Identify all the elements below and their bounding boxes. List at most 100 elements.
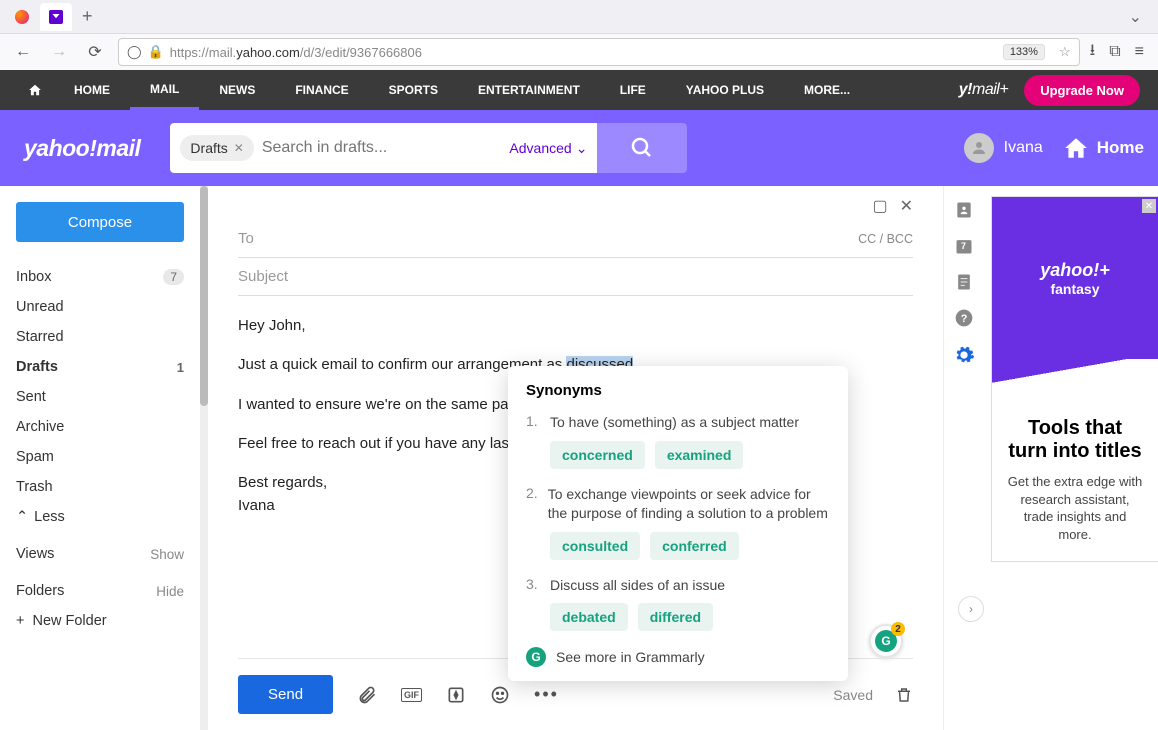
synonym-chip[interactable]: examined (655, 441, 744, 469)
search-icon (630, 136, 654, 160)
more-icon[interactable]: ••• (534, 684, 559, 705)
user-name: Ivana (1004, 139, 1043, 157)
workspace: Compose Inbox7 Unread Starred Drafts1 Se… (0, 186, 1158, 730)
nav-more[interactable]: MORE... (784, 70, 870, 110)
nav-news[interactable]: NEWS (199, 70, 275, 110)
calendar-icon[interactable]: 7 (954, 236, 974, 256)
new-folder-button[interactable]: +New Folder (16, 606, 184, 636)
ad-panel: ✕ yahoo!+ fantasy Tools that turn into t… (983, 186, 1158, 730)
synonym-chip[interactable]: consulted (550, 532, 640, 560)
url-input[interactable]: ◯ 🔒 https://mail.yahoo.com/d/3/edit/9367… (118, 38, 1080, 66)
reload-button[interactable]: ⟳ (82, 39, 108, 65)
extensions-icon[interactable]: ⧉ (1109, 43, 1120, 61)
ad-close-icon[interactable]: ✕ (1142, 199, 1156, 213)
new-tab-button[interactable]: + (74, 6, 101, 27)
search-box: Drafts ✕ Advanced ⌄ (170, 123, 597, 173)
stationery-icon[interactable] (446, 685, 466, 705)
nav-home[interactable]: HOME (54, 70, 130, 110)
views-show[interactable]: Show (150, 547, 184, 562)
attach-icon[interactable] (357, 685, 377, 705)
subject-field[interactable]: Subject (238, 258, 913, 296)
emoji-icon[interactable] (490, 685, 510, 705)
folders-section[interactable]: FoldersHide (16, 569, 184, 606)
less-toggle[interactable]: ⌃Less (16, 502, 184, 532)
upgrade-button[interactable]: Upgrade Now (1024, 75, 1140, 106)
synonym-chip[interactable]: debated (550, 603, 628, 631)
ad-body: Get the extra edge with research assista… (1006, 473, 1144, 543)
popup-title: Synonyms (526, 382, 830, 399)
search-scope-chip[interactable]: Drafts ✕ (180, 135, 253, 161)
nav-mail[interactable]: MAIL (130, 70, 199, 110)
chip-label: Drafts (190, 140, 227, 156)
nav-entertainment[interactable]: ENTERTAINMENT (458, 70, 600, 110)
ad-brand-sub: fantasy (1050, 281, 1099, 297)
back-button[interactable]: ← (10, 39, 36, 65)
browser-tab-yahoo[interactable] (40, 3, 72, 31)
plus-icon: + (16, 613, 24, 629)
nav-finance[interactable]: FINANCE (275, 70, 368, 110)
forward-button: → (46, 39, 72, 65)
contacts-icon[interactable] (954, 200, 974, 220)
synonym-chip[interactable]: conferred (650, 532, 739, 560)
account-menu[interactable]: Ivana (964, 133, 1043, 163)
synonym-chip[interactable]: concerned (550, 441, 645, 469)
bookmark-star-icon[interactable]: ☆ (1059, 44, 1071, 60)
home-icon[interactable] (0, 83, 54, 97)
folder-archive[interactable]: Archive (16, 412, 184, 442)
popout-icon[interactable]: ▢ (872, 196, 887, 216)
tabs-list-chevron-icon[interactable]: ⌄ (1119, 7, 1152, 27)
nav-life[interactable]: LIFE (600, 70, 666, 110)
notepad-icon[interactable] (954, 272, 974, 292)
folder-sent[interactable]: Sent (16, 382, 184, 412)
views-section[interactable]: ViewsShow (16, 532, 184, 569)
grammarly-fab[interactable]: G 2 (869, 624, 903, 658)
collapse-ad-chevron-icon[interactable]: › (958, 596, 984, 622)
chip-remove-icon[interactable]: ✕ (234, 141, 244, 155)
zoom-badge[interactable]: 133% (1003, 44, 1045, 60)
hamburger-menu-icon[interactable]: ≡ (1135, 43, 1144, 61)
compose-button[interactable]: Compose (16, 202, 184, 242)
folder-unread[interactable]: Unread (16, 292, 184, 322)
right-rail: 7 ? (943, 186, 983, 730)
search-input[interactable] (262, 139, 502, 157)
yahoo-mail-logo[interactable]: yahoo!mail (24, 135, 140, 162)
advanced-search-link[interactable]: Advanced ⌄ (509, 140, 587, 157)
settings-gear-icon[interactable] (953, 344, 975, 366)
grammarly-count-badge: 2 (891, 622, 905, 636)
synonym-chip[interactable]: differed (638, 603, 713, 631)
shield-icon: ◯ (127, 44, 142, 60)
nav-sports[interactable]: SPORTS (369, 70, 458, 110)
cc-bcc-toggle[interactable]: CC / BCC (858, 232, 913, 246)
ad-box[interactable]: ✕ yahoo!+ fantasy Tools that turn into t… (991, 196, 1158, 562)
folder-starred[interactable]: Starred (16, 322, 184, 352)
grammarly-see-more-link[interactable]: G See more in Grammarly (526, 647, 830, 667)
to-field[interactable]: To CC / BCC (238, 220, 913, 258)
avatar (964, 133, 994, 163)
gif-icon[interactable]: GIF (401, 688, 422, 702)
close-icon[interactable]: ✕ (900, 196, 913, 216)
chevron-down-icon: ⌄ (576, 140, 588, 157)
compose-pane: ▢ ✕ To CC / BCC Subject Hey John, Just a… (208, 186, 943, 730)
browser-tab-firefox[interactable] (6, 3, 38, 31)
help-icon[interactable]: ? (954, 308, 974, 328)
to-label: To (238, 230, 254, 247)
sidebar: Compose Inbox7 Unread Starred Drafts1 Se… (0, 186, 200, 730)
inbox-count-badge: 7 (163, 269, 184, 285)
folders-hide[interactable]: Hide (156, 584, 184, 599)
saved-status: Saved (833, 687, 873, 703)
folder-inbox[interactable]: Inbox7 (16, 262, 184, 292)
home-link[interactable]: Home (1063, 135, 1144, 161)
send-button[interactable]: Send (238, 675, 333, 714)
delete-draft-icon[interactable] (895, 686, 913, 704)
sidebar-scrollbar[interactable] (200, 186, 208, 730)
chevron-up-icon: ⌃ (16, 509, 28, 525)
nav-yahooplus[interactable]: YAHOO PLUS (666, 70, 784, 110)
search-button[interactable] (597, 123, 687, 173)
firefox-icon (15, 10, 29, 24)
folder-trash[interactable]: Trash (16, 472, 184, 502)
folder-drafts[interactable]: Drafts1 (16, 352, 184, 382)
folder-spam[interactable]: Spam (16, 442, 184, 472)
url-text: https://mail.yahoo.com/d/3/edit/93676668… (170, 45, 422, 60)
pocket-icon[interactable]: ⭳ (1090, 39, 1096, 66)
mail-header: yahoo!mail Drafts ✕ Advanced ⌄ Ivana Hom (0, 110, 1158, 186)
